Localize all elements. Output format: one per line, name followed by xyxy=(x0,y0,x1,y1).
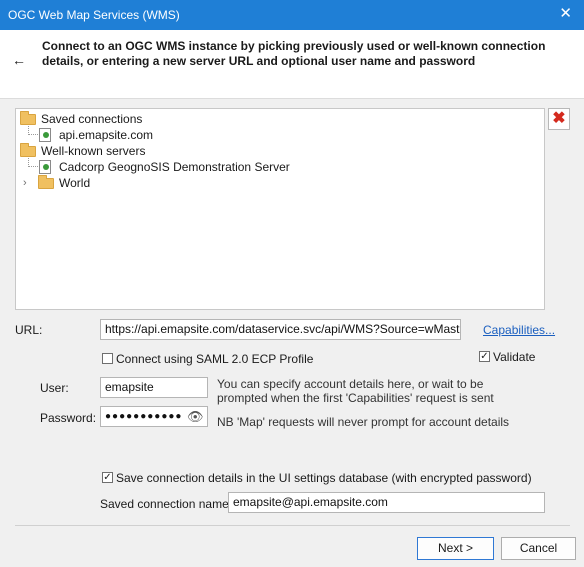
validate-checkbox-label: Validate xyxy=(493,350,536,364)
server-icon xyxy=(39,160,51,174)
tree-connector xyxy=(28,166,38,167)
save-connection-checkbox[interactable]: ✓ xyxy=(102,472,113,483)
next-button[interactable]: Next > xyxy=(417,537,494,560)
window-title: OGC Web Map Services (WMS) xyxy=(8,8,180,22)
folder-icon xyxy=(20,111,36,125)
tree-node-label: Well-known servers xyxy=(41,144,146,158)
saml-checkbox[interactable] xyxy=(102,353,113,364)
tree-node-label: World xyxy=(59,176,91,190)
save-connection-checkbox-label: Save connection details in the UI settin… xyxy=(116,471,532,485)
user-label: User: xyxy=(40,381,69,395)
tree-node-label: api.emapsite.com xyxy=(59,128,154,142)
saml-checkbox-label: Connect using SAML 2.0 ECP Profile xyxy=(116,352,314,366)
folder-icon xyxy=(38,175,54,189)
server-icon xyxy=(39,128,51,142)
connection-tree[interactable]: Saved connections api.emapsite.com Well-… xyxy=(15,108,545,310)
url-label: URL: xyxy=(15,323,43,337)
tree-node-label: Cadcorp GeognoSIS Demonstration Server xyxy=(59,160,290,174)
password-hint: NB 'Map' requests will never prompt for … xyxy=(217,415,510,429)
expand-chevron-icon[interactable]: › xyxy=(23,175,27,191)
saved-connection-name-label: Saved connection name: xyxy=(100,497,233,511)
instruction-heading: Connect to an OGC WMS instance by pickin… xyxy=(42,39,546,68)
cancel-button[interactable]: Cancel xyxy=(501,537,576,560)
tree-connector xyxy=(28,134,38,135)
validate-checkbox[interactable]: ✓ xyxy=(479,351,490,362)
saved-connection-name-input[interactable]: emapsite@api.emapsite.com xyxy=(228,492,545,513)
close-icon[interactable]: ✕ xyxy=(559,5,572,23)
password-label: Password: xyxy=(40,411,97,425)
tree-node-label: Saved connections xyxy=(41,112,143,126)
back-arrow-icon[interactable]: ← xyxy=(12,52,26,68)
user-hint: You can specify account details here, or… xyxy=(217,377,494,405)
user-input[interactable]: emapsite xyxy=(100,377,208,398)
delete-connection-button[interactable]: ✖ xyxy=(548,108,570,130)
url-input[interactable]: https://api.emapsite.com/dataservice.svc… xyxy=(100,319,461,340)
divider xyxy=(15,525,570,526)
show-password-eye-icon[interactable]: 👁 xyxy=(187,409,204,425)
title-bar: OGC Web Map Services (WMS) ✕ xyxy=(0,0,584,30)
capabilities-link[interactable]: Capabilities... xyxy=(483,323,555,337)
folder-icon xyxy=(20,143,36,157)
dialog-header: ← Connect to an OGC WMS instance by pick… xyxy=(0,30,584,99)
